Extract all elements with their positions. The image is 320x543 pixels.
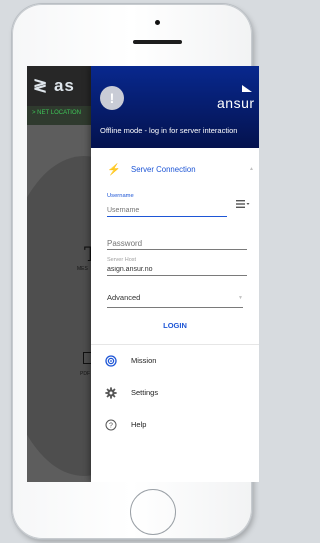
login-button[interactable]: LOGIN [91, 321, 259, 330]
earpiece-speaker [133, 40, 182, 44]
offline-message: Offline mode - log in for server interac… [100, 126, 238, 135]
navigation-drawer: ! ansur Offline mode - log in for server… [91, 66, 259, 482]
gear-icon [105, 387, 117, 399]
front-camera [155, 20, 160, 25]
chevron-up-icon: ▲ [249, 166, 254, 172]
server-host-label: Server Host [107, 257, 137, 263]
menu-item-help[interactable]: ? Help [91, 415, 259, 439]
avatar[interactable]: ! [100, 86, 124, 110]
phone-screen: ≷ as > NET LOCATION T MES PDF ! ansur Of… [27, 66, 259, 482]
server-host-field[interactable] [107, 264, 247, 276]
mission-target-icon [105, 355, 117, 367]
svg-text:?: ? [109, 422, 113, 429]
advanced-dropdown[interactable]: Advanced ▼ [107, 293, 243, 308]
username-label: Username [107, 193, 134, 199]
advanced-dropdown-value: Advanced [107, 293, 141, 302]
menu-item-label: Settings [131, 388, 159, 397]
server-connection-label: Server Connection [131, 165, 196, 174]
lightning-icon: ⚡ [107, 164, 121, 176]
location-banner-text: > NET LOCATION [32, 110, 81, 116]
brand-logo: ansur [217, 95, 255, 111]
list-menu-icon[interactable] [236, 199, 250, 209]
server-connection-header[interactable]: ⚡ Server Connection ▲ [91, 161, 259, 183]
divider [91, 344, 259, 345]
menu-item-settings[interactable]: Settings [91, 383, 259, 407]
background-center-label: MES [77, 266, 88, 272]
menu-item-mission[interactable]: Mission [91, 351, 259, 375]
help-circle-icon: ? [105, 419, 117, 431]
menu-item-label: Help [131, 420, 147, 429]
background-doc-label: PDF [80, 371, 90, 377]
menu-item-label: Mission [131, 356, 157, 365]
drawer-header: ! ansur Offline mode - log in for server… [91, 66, 259, 148]
username-field[interactable] [107, 204, 227, 217]
chevron-down-icon: ▼ [238, 295, 243, 301]
password-field[interactable] [107, 237, 247, 250]
background-app-logo: ≷ as [33, 76, 75, 95]
brand-mark-icon [242, 85, 252, 92]
home-button[interactable] [130, 489, 176, 535]
